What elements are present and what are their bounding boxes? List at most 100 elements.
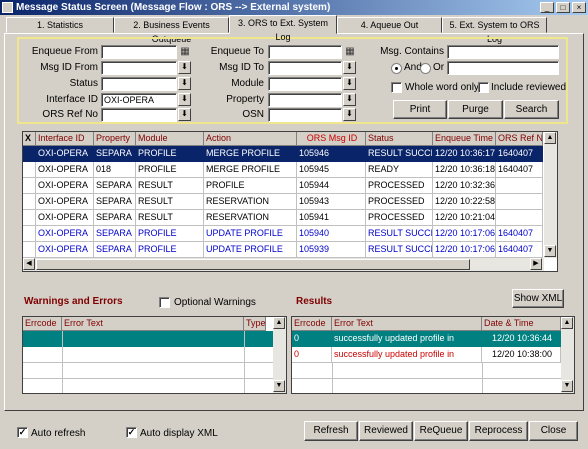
scroll-up-icon[interactable]: ▲ [561,317,573,329]
calendar-icon[interactable]: ▦ [179,46,191,58]
reprocess-button[interactable]: Reprocess [469,421,528,441]
print-button[interactable]: Print [393,100,447,119]
cell-date-time: 12/20 10:38:00 [482,347,561,363]
vertical-scrollbar[interactable]: ▲ ▼ [544,132,557,258]
enqueue-to-field[interactable] [268,45,342,59]
column-header-type[interactable]: Type [244,317,266,331]
column-header-action[interactable]: Action [204,132,297,146]
table-row-selected[interactable] [23,331,273,347]
tab-business-events-outqueue[interactable]: 2. Business Events Outqueue [114,17,229,44]
optional-warnings-checkbox[interactable] [159,297,170,308]
cell-enqueue-time: 12/20 10:17:06 [433,226,496,242]
cell-ors-ref-no [496,194,543,210]
horizontal-scrollbar[interactable]: ◀ ▶ [23,258,544,271]
msg-id-from-field[interactable] [101,61,177,75]
enqueue-from-field[interactable] [101,45,177,59]
interface-id-field[interactable]: OXI-OPERA [101,93,177,107]
module-field[interactable] [268,77,342,91]
cell-enqueue-time: 12/20 10:36:17 [433,146,496,162]
lov-down-icon[interactable]: ⬇ [343,93,356,106]
cell-select-marker [23,210,36,226]
column-header-error-text[interactable]: Error Text [62,317,244,331]
column-header-interface-id[interactable]: Interface ID [36,132,94,146]
table-row[interactable]: OXI-OPERA SEPARA PROFILE UPDATE PROFILE 1059… [23,242,543,258]
column-header-module[interactable]: Module [136,132,204,146]
scroll-right-icon[interactable]: ▶ [530,258,542,270]
vertical-scrollbar[interactable]: ▲ ▼ [561,317,574,393]
tab-aqueue-out[interactable]: 4. Aqueue Out [337,17,442,33]
cell-action: PROFILE [204,178,297,194]
scroll-up-icon[interactable]: ▲ [273,317,285,329]
whole-word-checkbox[interactable] [391,82,402,93]
calendar-icon[interactable]: ▦ [344,46,356,58]
cell-property: SEPARA [94,194,136,210]
column-header-x[interactable]: X [23,132,36,146]
enqueue-to-label: Enqueue To [210,46,264,57]
minimize-icon[interactable]: _ [540,2,554,13]
tab-ext-system-to-ors-log[interactable]: 5. Ext. System to ORS Log [442,17,547,44]
lov-down-icon[interactable]: ⬇ [343,61,356,74]
msg-id-to-field[interactable] [268,61,342,75]
close-button[interactable]: Close [529,421,578,441]
column-header-date-time[interactable]: Date & Time [482,317,561,331]
auto-display-xml-checkbox[interactable]: ✓ [126,427,137,438]
search-button[interactable]: Search [504,100,559,119]
column-header-errcode[interactable]: Errcode [23,317,62,331]
include-reviewed-checkbox[interactable] [478,82,489,93]
table-row[interactable]: OXI-OPERA SEPARA RESULT RESERVATION 105943 PR… [23,194,543,210]
table-row[interactable]: OXI-OPERA 018 PROFILE MERGE PROFILE 105945 RE… [23,162,543,178]
purge-button[interactable]: Purge [448,100,503,119]
ors-ref-no-field[interactable] [101,108,177,122]
lov-down-icon[interactable]: ⬇ [178,77,191,90]
column-header-property[interactable]: Property [94,132,136,146]
tab-statistics[interactable]: 1. Statistics [6,17,114,33]
refresh-button[interactable]: Refresh [304,421,358,441]
window-title: Message Status Screen (Message Flow : OR… [16,2,331,13]
auto-refresh-checkbox[interactable]: ✓ [17,427,28,438]
column-header-enqueue-time[interactable]: Enqueue Time [433,132,496,146]
lov-down-icon[interactable]: ⬇ [178,93,191,106]
msg-contains-field[interactable] [447,45,559,59]
table-row[interactable]: 0 successfully updated profile in 12/20 10… [292,347,561,363]
show-xml-button[interactable]: Show XML [512,289,564,308]
table-row[interactable]: OXI-OPERA SEPARA PROFILE UPDATE PROFILE 1059… [23,226,543,242]
or-radio[interactable] [420,63,431,74]
lov-down-icon[interactable]: ⬇ [178,61,191,74]
close-icon[interactable]: × [572,2,586,13]
lov-down-icon[interactable]: ⬇ [178,108,191,121]
osn-field[interactable] [268,108,342,122]
msg-contains-secondary-field[interactable] [447,61,559,75]
table-row[interactable]: 0 successfully updated profile in 12/20 10… [292,331,561,347]
scroll-down-icon[interactable]: ▼ [561,380,573,392]
requeue-button[interactable]: ReQueue [414,421,468,441]
property-field[interactable] [268,93,342,107]
status-field[interactable] [101,77,177,91]
column-header-ors-ref-no[interactable]: ORS Ref No. [496,132,543,146]
cell-select-marker [23,178,36,194]
and-radio[interactable] [391,63,402,74]
auto-display-xml-label: Auto display XML [140,428,218,439]
tab-ors-to-ext-system-log[interactable]: 3. ORS to Ext. System Log [229,15,337,42]
cell-enqueue-time: 12/20 10:17:06 [433,242,496,258]
vertical-scrollbar[interactable]: ▲ ▼ [273,317,286,393]
scroll-left-icon[interactable]: ◀ [23,258,35,270]
maximize-icon[interactable]: □ [556,2,570,13]
table-row[interactable] [23,363,273,379]
column-header-errcode[interactable]: Errcode [292,317,332,331]
table-row[interactable]: OXI-OPERA SEPARA RESULT RESERVATION 105941 PR… [23,210,543,226]
lov-down-icon[interactable]: ⬇ [343,108,356,121]
scroll-up-icon[interactable]: ▲ [544,132,556,144]
table-row[interactable] [23,347,273,363]
scroll-down-icon[interactable]: ▼ [273,380,285,392]
table-row[interactable]: OXI-OPERA SEPARA RESULT PROFILE 105944 PROCES… [23,178,543,194]
table-row[interactable] [23,379,273,393]
column-header-ors-msg-id[interactable]: ORS Msg ID [297,132,366,146]
column-header-error-text[interactable]: Error Text [332,317,482,331]
scroll-down-icon[interactable]: ▼ [544,245,556,257]
reviewed-button[interactable]: Reviewed [359,421,413,441]
table-row[interactable]: OXI-OPERA SEPARA PROFILE MERGE PROFILE 10594… [23,146,543,162]
lov-down-icon[interactable]: ⬇ [343,77,356,90]
scroll-thumb[interactable] [36,259,470,270]
column-header-status[interactable]: Status [366,132,433,146]
cell-property: SEPARA [94,146,136,162]
